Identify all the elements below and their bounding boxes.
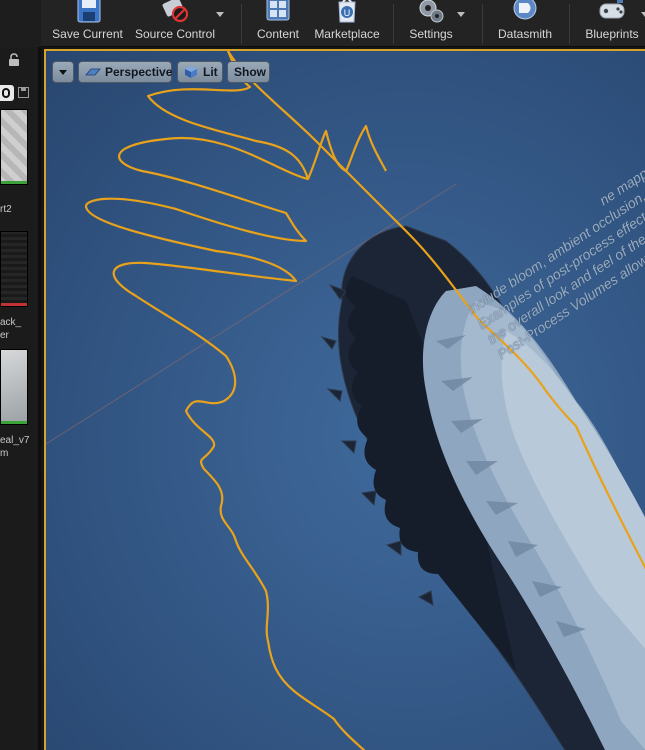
marketplace-button[interactable]: U Marketplace xyxy=(310,0,384,46)
datasmith-button[interactable]: Datasmith xyxy=(490,0,560,46)
main-toolbar: Save Current Source Control Content U Ma… xyxy=(0,0,645,47)
marketplace-label: Marketplace xyxy=(314,27,380,41)
asset-thumbnail[interactable] xyxy=(0,349,28,425)
datasmith-icon xyxy=(513,0,537,20)
save-all-icon[interactable] xyxy=(18,87,29,98)
level-viewport[interactable]: ne mapping include bloom, ambient occlus… xyxy=(44,49,645,750)
view-toggle-button[interactable] xyxy=(0,85,14,101)
blueprints-dropdown-icon[interactable] xyxy=(641,12,645,17)
settings-button[interactable]: Settings xyxy=(400,0,462,46)
blueprints-label: Blueprints xyxy=(585,27,639,41)
lit-cube-icon xyxy=(185,66,197,78)
svg-text:U: U xyxy=(344,8,351,18)
asset-label: rt2 xyxy=(0,204,12,215)
settings-icon xyxy=(419,0,444,23)
show-flags-button[interactable]: Show xyxy=(227,61,270,83)
asset-label: eal_v7 m xyxy=(0,435,30,459)
viewport-options-button[interactable] xyxy=(52,61,74,83)
perspective-button[interactable]: Perspective xyxy=(78,61,172,83)
content-label: Content xyxy=(256,27,300,41)
content-icon xyxy=(266,0,290,21)
settings-dropdown-icon[interactable] xyxy=(457,12,465,17)
perspective-icon xyxy=(85,68,101,76)
toolbar-separator xyxy=(482,4,483,44)
toolbar-left-strip xyxy=(0,0,41,47)
asset-type-bar xyxy=(1,181,27,184)
content-browser-panel: rt2 ack_ er eal_v7 m xyxy=(0,47,41,750)
lit-label: Lit xyxy=(203,65,218,79)
save-icon xyxy=(77,0,100,23)
source-control-button[interactable]: Source Control xyxy=(132,0,218,46)
asset-thumbnail[interactable] xyxy=(0,109,28,185)
viewport-scene xyxy=(46,51,645,750)
asset-type-bar xyxy=(1,303,27,306)
toolbar-separator xyxy=(241,4,242,44)
toolbar-separator xyxy=(393,4,394,44)
save-current-label: Save Current xyxy=(52,27,123,41)
datasmith-label: Datasmith xyxy=(497,27,553,41)
show-label: Show xyxy=(234,65,266,79)
source-control-dropdown-icon[interactable] xyxy=(216,12,224,17)
blueprints-button[interactable]: Blueprints xyxy=(577,0,645,46)
marketplace-icon: U xyxy=(338,0,356,23)
blueprints-icon xyxy=(599,0,625,19)
lit-mode-button[interactable]: Lit xyxy=(177,61,223,83)
asset-thumbnail[interactable] xyxy=(0,231,28,307)
save-current-button[interactable]: Save Current xyxy=(45,0,130,46)
lock-icon[interactable] xyxy=(8,53,20,67)
chevron-down-icon xyxy=(59,70,67,75)
content-button[interactable]: Content xyxy=(248,0,308,46)
perspective-label: Perspective xyxy=(105,65,173,79)
source-control-icon xyxy=(162,0,189,23)
asset-type-bar xyxy=(1,421,27,424)
settings-label: Settings xyxy=(409,27,453,41)
source-control-label: Source Control xyxy=(134,27,216,41)
asset-label: ack_ er xyxy=(0,317,22,341)
toolbar-separator xyxy=(569,4,570,44)
